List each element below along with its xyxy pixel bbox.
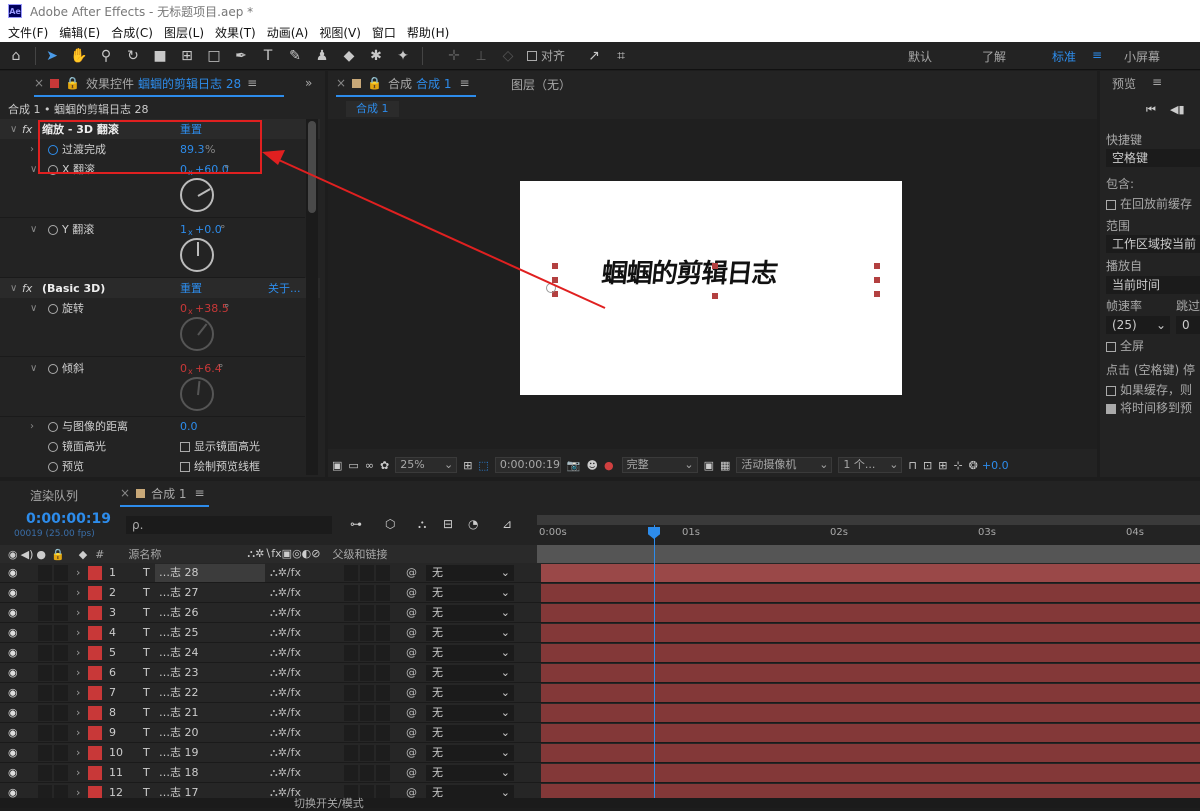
annotation-arrow — [262, 150, 606, 309]
